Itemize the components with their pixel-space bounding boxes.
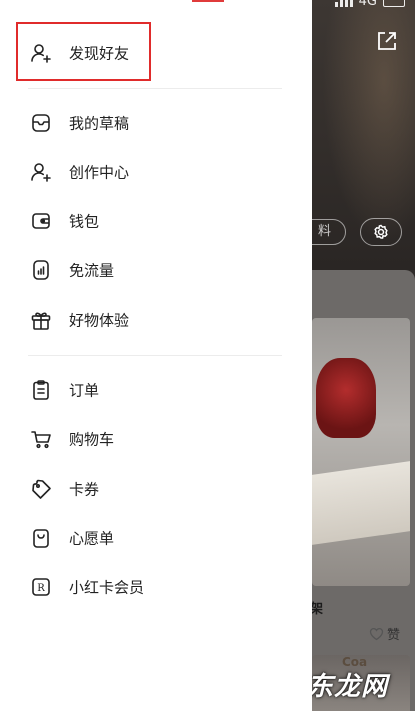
settings-button[interactable] xyxy=(360,218,402,246)
tab-indicator xyxy=(192,0,224,2)
divider xyxy=(28,88,282,89)
highlight-box xyxy=(16,22,151,81)
menu-item-drafts[interactable]: 我的草稿 xyxy=(0,103,312,143)
data-free-icon xyxy=(33,260,49,280)
inbox-icon xyxy=(32,114,50,132)
side-drawer: 发现好友 我的草稿 创作中心 钱包 免流量 好物体验 订单 购物车 卡券 心愿单… xyxy=(0,0,312,711)
cart-icon xyxy=(31,431,51,449)
like-label: 赞 xyxy=(387,628,401,643)
menu-item-product-trial[interactable]: 好物体验 xyxy=(0,300,312,340)
wallet-icon xyxy=(32,213,50,229)
menu-item-label: 创作中心 xyxy=(69,163,130,182)
menu-item-label: 好物体验 xyxy=(69,311,130,330)
menu-item-wallet[interactable]: 钱包 xyxy=(0,201,312,241)
menu-item-red-card-member[interactable]: R 小红卡会员 xyxy=(0,567,312,607)
coupon-icon xyxy=(32,479,51,499)
menu-item-coupons[interactable]: 卡券 xyxy=(0,469,312,509)
like-button[interactable]: 赞 xyxy=(369,624,400,643)
menu-item-label: 卡券 xyxy=(69,480,100,499)
clipboard-icon xyxy=(33,380,49,400)
menu-item-data-free[interactable]: 免流量 xyxy=(0,250,312,290)
menu-item-label: 免流量 xyxy=(69,261,115,280)
menu-item-label: 心愿单 xyxy=(69,529,115,548)
status-bar: 4G xyxy=(334,0,405,9)
network-type: 4G xyxy=(358,0,377,9)
divider xyxy=(28,355,282,356)
menu-item-wishlist[interactable]: 心愿单 xyxy=(0,518,312,558)
creator-icon xyxy=(31,163,51,182)
share-icon[interactable] xyxy=(376,30,398,52)
signal-icon xyxy=(334,0,353,7)
menu-item-cart[interactable]: 购物车 xyxy=(0,419,312,459)
menu-item-creator-center[interactable]: 创作中心 xyxy=(0,152,312,192)
member-card-icon: R xyxy=(32,578,50,596)
menu-item-label: 购物车 xyxy=(69,430,115,449)
gear-icon xyxy=(374,224,388,239)
menu-item-label: 小红卡会员 xyxy=(69,578,145,597)
menu-item-orders[interactable]: 订单 xyxy=(0,370,312,410)
menu-item-label: 我的草稿 xyxy=(69,114,130,133)
battery-icon xyxy=(383,0,405,7)
edit-profile-label: 料 xyxy=(317,224,331,239)
wishlist-icon xyxy=(33,529,49,548)
gift-icon xyxy=(31,312,51,330)
svg-text:R: R xyxy=(37,583,45,594)
note-card-image[interactable] xyxy=(312,318,410,586)
menu-item-label: 钱包 xyxy=(69,212,100,231)
menu-item-label: 订单 xyxy=(69,381,100,400)
heart-icon xyxy=(369,627,384,640)
